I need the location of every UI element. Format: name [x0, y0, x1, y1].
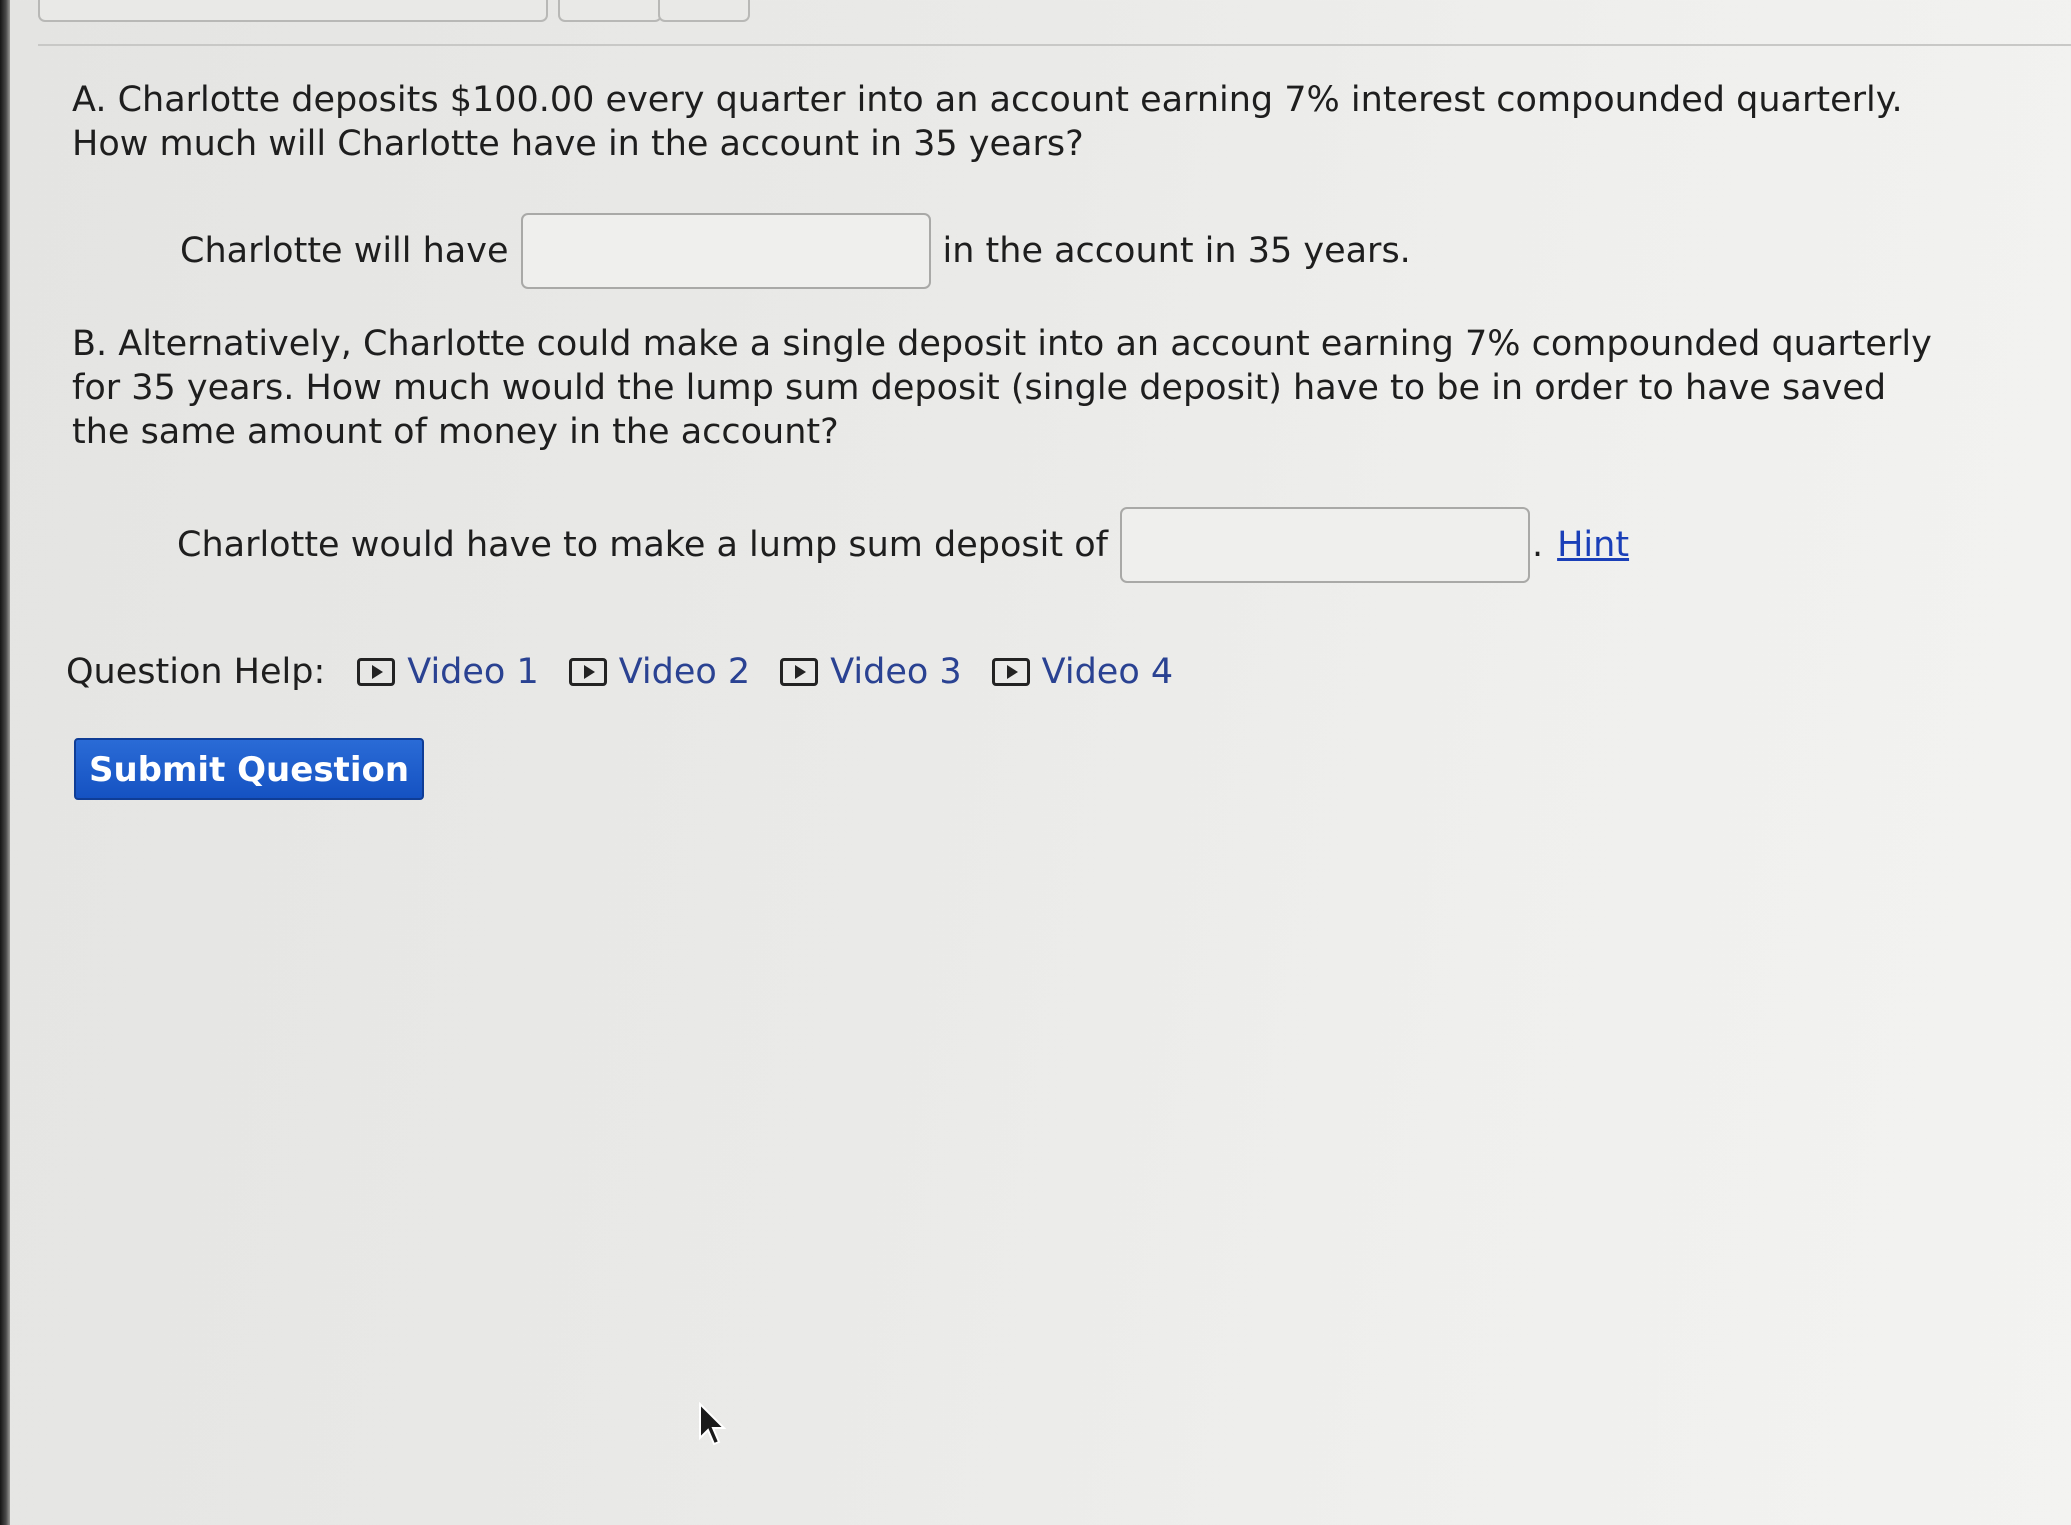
header-divider: [38, 44, 2071, 46]
answer-a-input[interactable]: [520, 213, 931, 289]
question-part-b: B. Alternatively, Charlotte could make a…: [72, 324, 1932, 452]
answer-b-period: .: [1531, 525, 1544, 565]
video-4-label: Video 4: [1041, 652, 1174, 692]
play-icon: [568, 658, 607, 686]
video-2-link[interactable]: Video 2: [568, 652, 751, 692]
question-help-row: Question Help: Video 1 Video 2 Video 3 V…: [66, 644, 1203, 700]
question-part-a: A. Charlotte deposits $100.00 every quar…: [72, 80, 1903, 164]
video-1-link[interactable]: Video 1: [357, 652, 539, 692]
submit-question-button[interactable]: Submit Question: [74, 738, 424, 800]
answer-b-input[interactable]: [1119, 507, 1530, 583]
video-1-label: Video 1: [407, 652, 539, 692]
mouse-pointer-icon: [699, 1402, 727, 1446]
video-3-link[interactable]: Video 3: [780, 652, 962, 692]
top-toolbar-strip: [10, 0, 2071, 56]
screen-bezel: [0, 0, 10, 1525]
answer-b-prefix: Charlotte would have to make a lump sum …: [177, 525, 1108, 565]
top-tab-left[interactable]: [38, 0, 548, 22]
answer-row-b: Charlotte would have to make a lump sum …: [177, 505, 1629, 585]
play-icon: [991, 658, 1030, 686]
top-tab-right[interactable]: [658, 0, 750, 22]
question-help-label: Question Help:: [66, 652, 326, 692]
answer-a-suffix: in the account in 35 years.: [942, 231, 1411, 271]
answer-a-prefix: Charlotte will have: [180, 231, 509, 271]
play-icon: [357, 658, 396, 686]
video-2-label: Video 2: [618, 652, 751, 692]
video-4-link[interactable]: Video 4: [991, 652, 1174, 692]
play-icon: [780, 658, 819, 686]
hint-link[interactable]: Hint: [1557, 525, 1629, 565]
top-tab-middle[interactable]: [558, 0, 662, 22]
answer-row-a: Charlotte will have in the account in 35…: [180, 211, 1411, 291]
video-3-label: Video 3: [830, 652, 962, 692]
